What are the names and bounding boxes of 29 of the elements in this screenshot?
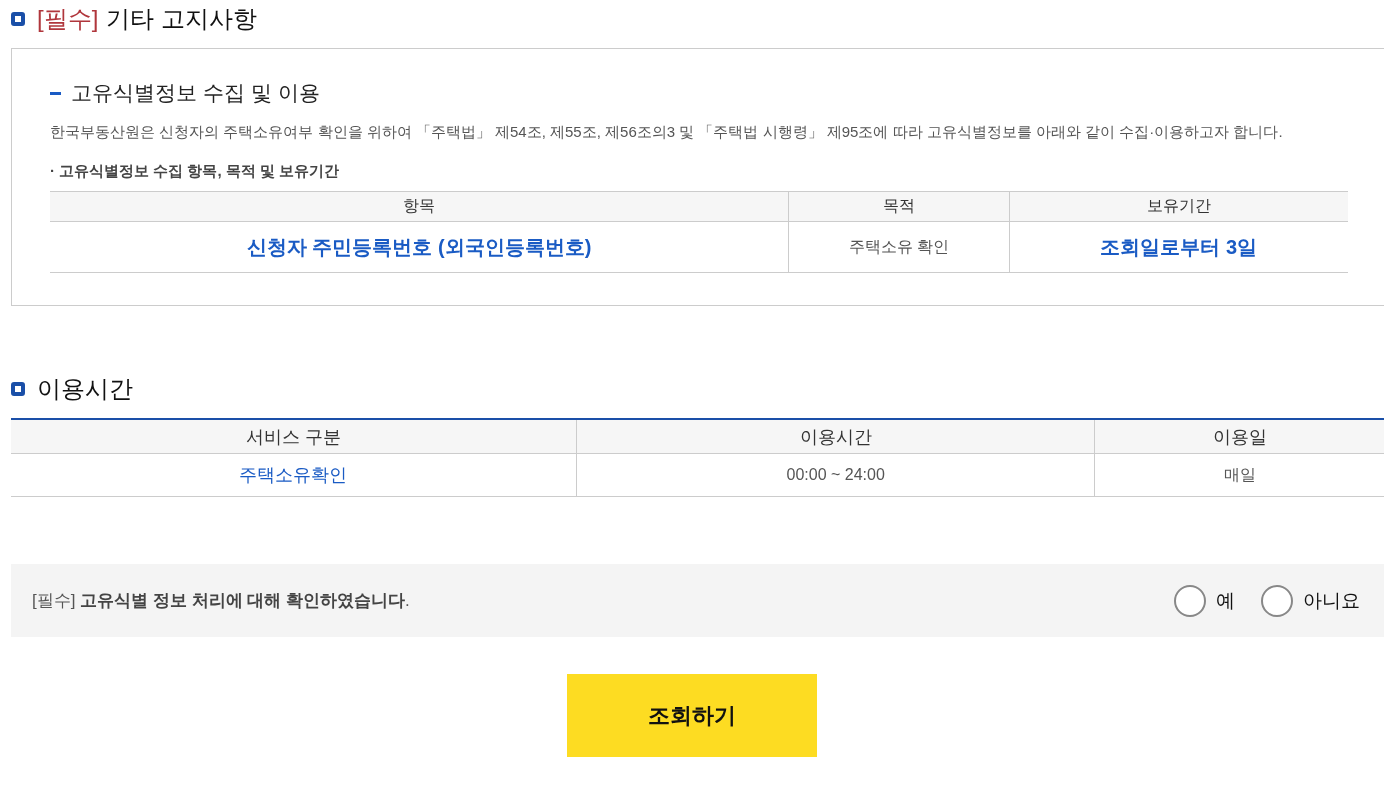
radio-button[interactable]	[1174, 584, 1206, 617]
table-cell[interactable]: 주택소유확인	[239, 465, 348, 485]
table-cell: 조회일로부터 3일	[1100, 235, 1258, 258]
column-header: 목적	[788, 191, 1009, 222]
radio-label[interactable]: 예	[1216, 587, 1235, 614]
table-cell: 주택소유 확인	[848, 237, 950, 255]
column-header: 이용일	[1094, 419, 1384, 454]
consent-text: [필수] 고유식별 정보 처리에 대해 확인하였습니다.	[32, 590, 410, 612]
section-title: 기타 고지사항	[106, 4, 257, 34]
square-bullet-icon	[11, 382, 25, 396]
table-cell: 00:00 ~ 24:00	[786, 466, 885, 483]
column-header: 서비스 구분	[11, 419, 577, 454]
radio-option[interactable]: 예	[1174, 584, 1235, 617]
table-cell: 신청자 주민등록번호 (외국인등록번호)	[246, 235, 592, 258]
column-header: 보유기간	[1009, 191, 1348, 222]
dash-bullet-icon	[50, 91, 61, 95]
column-header: 항목	[50, 191, 789, 222]
radio-option[interactable]: 아니요	[1261, 584, 1360, 617]
list-caption: · 고유식별정보 수집 항목, 목적 및 보유기간	[50, 162, 341, 181]
radio-button[interactable]	[1261, 584, 1293, 617]
required-tag: [필수]	[37, 3, 99, 35]
square-bullet-icon	[11, 12, 25, 26]
section-title: 이용시간	[37, 374, 133, 404]
table-cell: 매일	[1223, 465, 1256, 483]
description-text: 한국부동산원은 신청자의 주택소유여부 확인을 위하여 「주택법」 제54조, 제55조, 제56조의3 및 「주택법 시행령」 제95조에 따라 고유식별정보를 아래와 같이 수집·이용하고자 합니다.	[50, 122, 1284, 142]
radio-label[interactable]: 아니요	[1303, 587, 1360, 614]
subsection-title: 고유식별정보 수집 및 이용	[71, 80, 320, 106]
column-header: 이용시간	[576, 419, 1095, 454]
search-button[interactable]: 조회하기	[567, 674, 817, 757]
